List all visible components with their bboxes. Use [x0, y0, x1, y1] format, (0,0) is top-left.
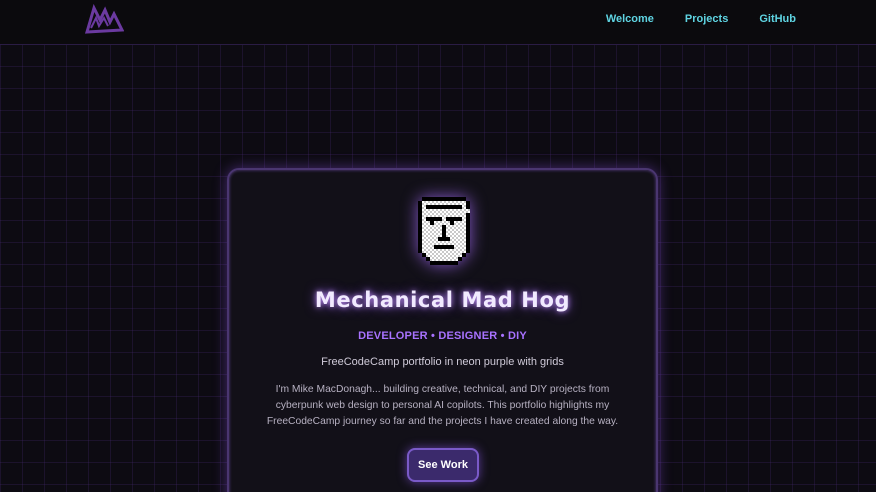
hero-subtitle: FreeCodeCamp portfolio in neon purple wi… [321, 356, 564, 368]
nav-link-projects[interactable]: Projects [685, 12, 728, 26]
hero-name: Mechanical Mad Hog [314, 288, 571, 312]
pixel-face-icon [418, 197, 470, 269]
hero-tagline: DEVELOPER • DESIGNER • DIY [358, 330, 527, 342]
nav-links: Welcome Projects GitHub [606, 12, 796, 26]
nav-link-welcome[interactable]: Welcome [606, 12, 654, 26]
top-navbar: Welcome Projects GitHub [0, 0, 876, 45]
hero-card: Mechanical Mad Hog DEVELOPER • DESIGNER … [227, 168, 658, 492]
see-work-button[interactable]: See Work [407, 448, 479, 482]
mountain-peaks-logo-icon[interactable] [84, 3, 125, 34]
hero-bio: I'm Mike MacDonagh... building creative,… [266, 384, 619, 427]
nav-link-github[interactable]: GitHub [759, 12, 796, 26]
